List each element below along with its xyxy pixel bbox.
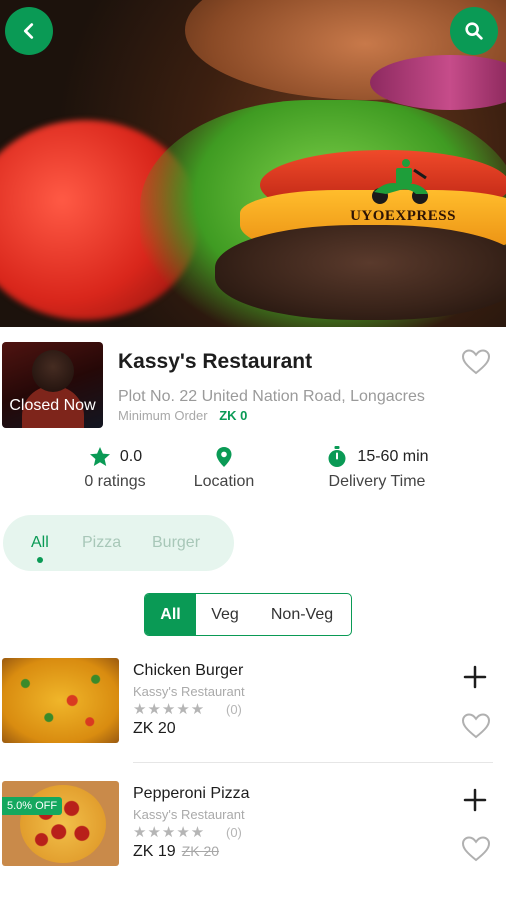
food-price: ZK 20: [133, 720, 176, 738]
rating-label: 0 ratings: [84, 473, 146, 490]
food-old-price: ZK 20: [181, 843, 220, 859]
category-tab-label: All: [31, 534, 49, 551]
location-label: Location: [193, 473, 255, 490]
active-category-indicator: [36, 557, 43, 563]
delivery-time-stat: 15-60 min Delivery Time: [312, 444, 442, 491]
food-name: Chicken Burger: [133, 662, 244, 679]
food-image: [2, 781, 119, 866]
scooter-icon: [372, 159, 428, 204]
food-item-chicken-burger[interactable]: Chicken Burger Kassy's Restaurant ★★★★★ …: [0, 658, 506, 768]
food-name: Pepperoni Pizza: [133, 785, 250, 802]
add-to-cart-plus-icon[interactable]: [462, 787, 488, 813]
veg-filter-toggle: All Veg Non-Veg: [144, 593, 352, 636]
restaurant-address: Plot No. 22 United Nation Road, Longacre…: [118, 388, 425, 405]
favorite-restaurant-heart-icon[interactable]: [460, 346, 492, 378]
list-divider: [133, 762, 493, 763]
minimum-order-label: Minimum Order: [118, 408, 208, 423]
food-image: [2, 658, 119, 743]
food-restaurant: Kassy's Restaurant: [133, 807, 245, 822]
minimum-order: Minimum Order ZK 0: [118, 408, 247, 423]
delivery-time-label: Delivery Time: [328, 473, 426, 490]
cover-patty: [215, 225, 506, 320]
favorite-food-heart-icon[interactable]: [460, 833, 492, 865]
rating-value: 0.0: [119, 448, 143, 465]
category-tab-pizza[interactable]: Pizza: [82, 534, 121, 552]
cover-onion: [370, 55, 506, 110]
food-price: ZK 19 ZK 20: [133, 843, 219, 861]
category-tab-burger[interactable]: Burger: [152, 534, 200, 552]
restaurant-cover-image: UYOEXPRESS: [0, 0, 506, 327]
back-arrow-icon: [23, 23, 34, 39]
brand-logo: UYOEXPRESS: [348, 158, 458, 230]
delivery-time-value: 15-60 min: [357, 448, 429, 465]
restaurant-thumbnail: Closed Now: [2, 342, 103, 428]
rating-stat: 0.0 0 ratings: [52, 444, 178, 491]
favorite-food-heart-icon[interactable]: [460, 710, 492, 742]
food-item-pepperoni-pizza[interactable]: 5.0% OFF Pepperoni Pizza Kassy's Restaur…: [0, 781, 506, 891]
food-rating-count: (0): [226, 825, 242, 840]
minimum-order-value: ZK 0: [219, 408, 248, 423]
veg-filter-non-veg[interactable]: Non-Veg: [254, 594, 350, 635]
category-tabs: All Pizza Burger: [3, 515, 234, 571]
search-icon: [465, 22, 483, 40]
food-current-price: ZK 20: [133, 720, 176, 737]
add-to-cart-plus-icon[interactable]: [462, 664, 488, 690]
location-pin-icon: [216, 447, 232, 467]
food-rating-stars: ★★★★★: [133, 701, 206, 718]
category-tab-all[interactable]: All: [31, 534, 49, 563]
search-button[interactable]: [450, 7, 498, 55]
veg-filter-all[interactable]: All: [145, 594, 196, 635]
star-icon: [89, 447, 110, 466]
veg-filter-veg[interactable]: Veg: [196, 594, 254, 635]
food-restaurant: Kassy's Restaurant: [133, 684, 245, 699]
closed-overlay: [2, 342, 103, 428]
brand-logo-text: UYOEXPRESS: [350, 208, 456, 224]
restaurant-name: Kassy's Restaurant: [118, 350, 313, 373]
food-rating-stars: ★★★★★: [133, 824, 206, 841]
closed-status: Closed Now: [9, 397, 96, 414]
location-stat[interactable]: Location: [170, 444, 278, 491]
back-button[interactable]: [5, 7, 53, 55]
food-current-price: ZK 19: [133, 843, 176, 860]
food-rating-count: (0): [226, 702, 242, 717]
stopwatch-icon: [328, 446, 346, 467]
discount-badge: 5.0% OFF: [2, 797, 63, 815]
